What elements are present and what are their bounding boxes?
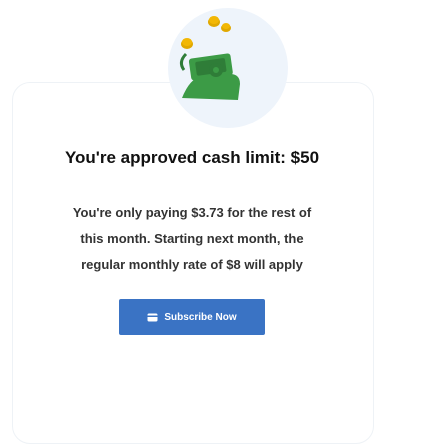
money-hand-icon — [179, 16, 240, 100]
card-icon — [147, 313, 158, 321]
subscribe-button-label: Subscribe Now — [164, 311, 237, 323]
pricing-description: You're only paying $3.73 for the rest of… — [72, 205, 312, 272]
subscribe-button[interactable]: Subscribe Now — [119, 299, 265, 335]
approved-limit-heading: You're approved cash limit: $50 — [64, 148, 320, 167]
hand-icon — [182, 74, 240, 100]
